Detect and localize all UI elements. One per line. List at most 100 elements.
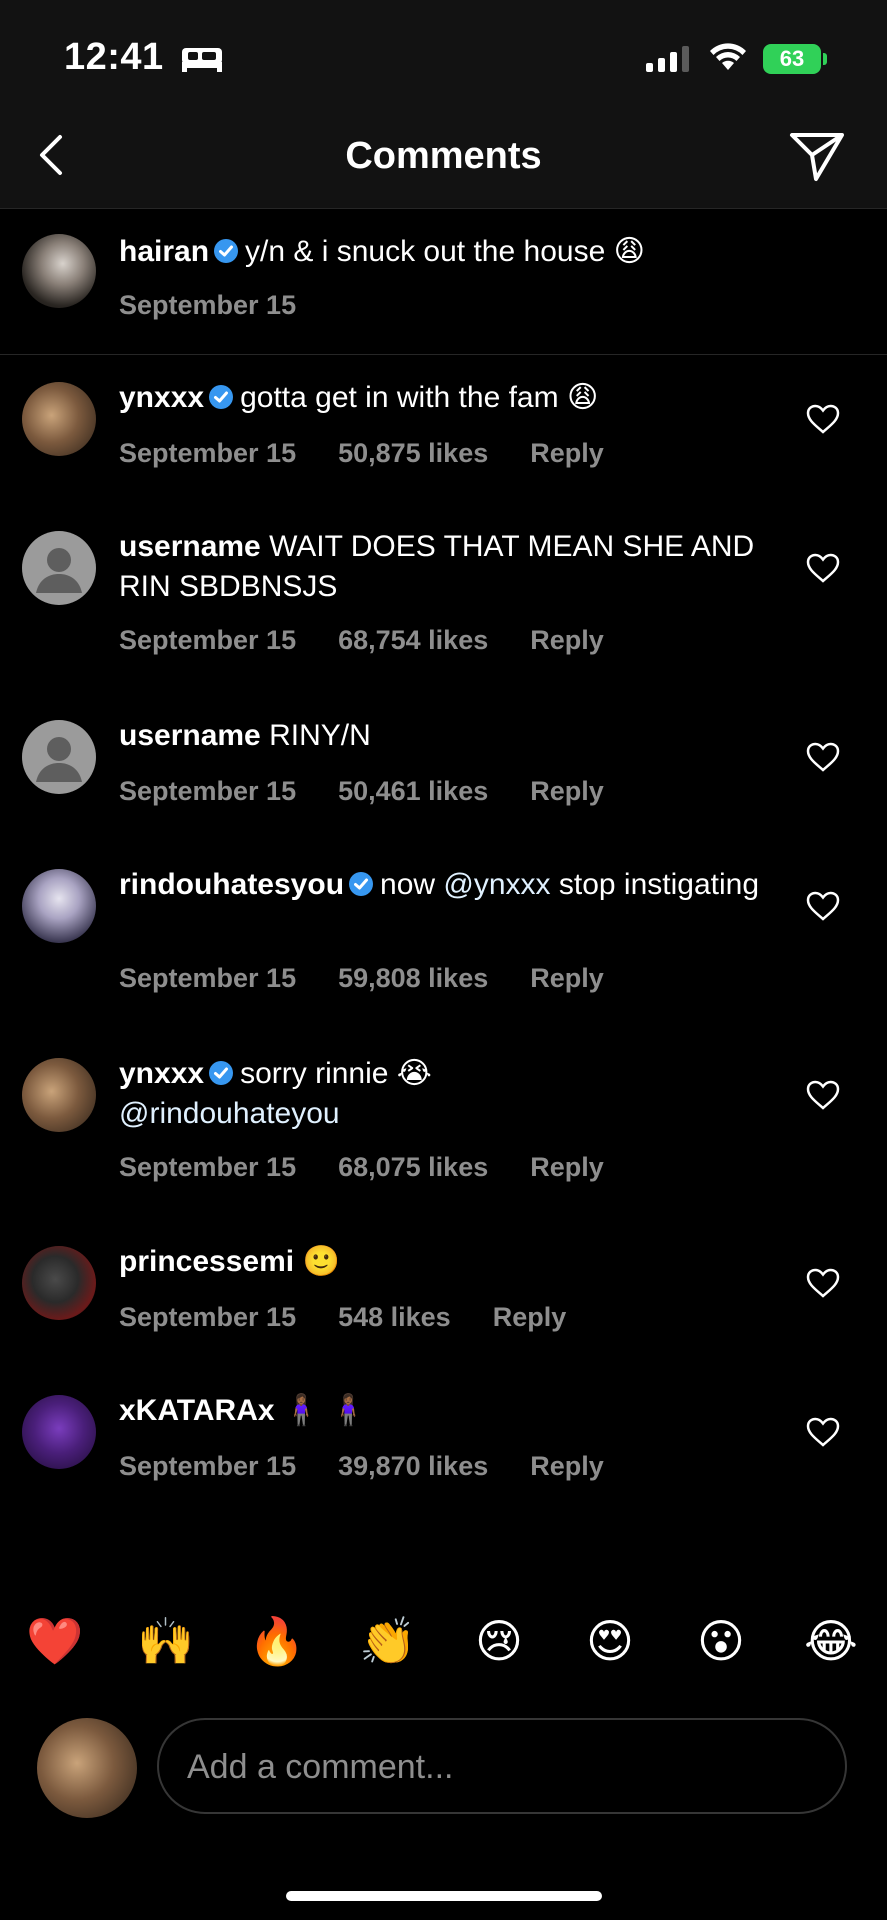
post-caption: hairan y/n & i snuck out the house 😩 Sept… (0, 210, 887, 355)
heart-icon[interactable] (806, 891, 840, 921)
reply-button[interactable]: Reply (530, 438, 604, 469)
comment-date: September 15 (119, 1302, 297, 1332)
comment-username[interactable]: xKATARAx (119, 1394, 275, 1427)
battery-level: 63 (779, 46, 805, 71)
caption-meta: September 15 (119, 290, 296, 321)
crying-reaction[interactable]: 😢 (468, 1610, 530, 1672)
battery-indicator: 63 (763, 44, 821, 74)
clapping-reaction[interactable]: 👏 (357, 1610, 419, 1672)
reply-button[interactable]: Reply (530, 776, 604, 807)
avatar[interactable] (22, 531, 96, 605)
verified-badge-icon (209, 1061, 234, 1085)
verified-badge-icon (349, 872, 374, 896)
heart-icon[interactable] (806, 742, 840, 772)
crying-face-emoji: 😭 (396, 1056, 432, 1091)
cellular-signal-icon (646, 46, 689, 72)
avatar[interactable] (22, 1246, 96, 1320)
reply-button[interactable]: Reply (530, 1451, 604, 1482)
comment-body-continued: stop instigating (558, 868, 760, 901)
surprised-reaction[interactable]: 😮 (690, 1610, 752, 1672)
home-indicator[interactable] (286, 1891, 602, 1901)
fire-reaction[interactable]: 🔥 (246, 1610, 308, 1672)
comment-likes[interactable]: 68,075 likes (338, 1152, 488, 1183)
comment-text: ynxxx gotta get in with the fam 😩 (119, 378, 769, 418)
comment-meta: September 15 39,870 likes Reply (119, 1451, 604, 1482)
laughing-reaction[interactable]: 😂 (800, 1610, 862, 1672)
heart-icon[interactable] (806, 553, 840, 583)
heart-icon[interactable] (806, 1080, 840, 1110)
comments-header: Comments (0, 105, 887, 209)
caption-text: hairan y/n & i snuck out the house 😩 (119, 232, 769, 272)
comment-username[interactable]: ynxxx (119, 381, 204, 414)
weary-face-emoji: 😩 (613, 234, 645, 269)
comment-text: ynxxx sorry rinnie 😭 @rindouhateyou (119, 1054, 769, 1134)
comment-date: September 15 (119, 1152, 297, 1182)
heart-icon[interactable] (806, 404, 840, 434)
comment-date: September 15 (119, 625, 297, 655)
comment-date: September 15 (119, 438, 297, 468)
comment-body: gotta get in with the fam (240, 381, 559, 414)
avatar[interactable] (22, 234, 96, 308)
raising-hands-reaction[interactable]: 🙌 (135, 1610, 197, 1672)
comment-likes[interactable]: 59,808 likes (338, 963, 488, 994)
caption-body: y/n & i snuck out the house (245, 235, 606, 268)
wifi-icon (710, 43, 746, 70)
status-bar: 12:41 63 (0, 0, 887, 105)
comment-username[interactable]: username (119, 719, 261, 752)
comment-username[interactable]: rindouhatesyou (119, 868, 344, 901)
comment-meta: September 15 50,875 likes Reply (119, 438, 604, 469)
comment-text: username WAIT DOES THAT MEAN SHE AND RIN… (119, 527, 769, 607)
mention-link[interactable]: @rindouhateyou (119, 1097, 340, 1130)
reply-button[interactable]: Reply (530, 1152, 604, 1183)
comment-meta: September 15 50,461 likes Reply (119, 776, 604, 807)
comment-body: RINY/N (269, 719, 371, 752)
avatar[interactable] (22, 869, 96, 943)
comment-date: September 15 (119, 963, 297, 993)
heart-icon[interactable] (806, 1417, 840, 1447)
caption-username[interactable]: hairan (119, 235, 209, 268)
default-avatar-icon (36, 737, 82, 782)
avatar[interactable] (22, 1058, 96, 1132)
comment-username[interactable]: username (119, 530, 261, 563)
reply-button[interactable]: Reply (530, 625, 604, 656)
avatar[interactable] (22, 382, 96, 456)
weary-face-emoji: 😩 (566, 380, 599, 415)
comment-date: September 15 (119, 776, 297, 806)
reply-button[interactable]: Reply (493, 1302, 567, 1333)
page-title: Comments (345, 135, 542, 177)
heart-icon[interactable] (806, 1268, 840, 1298)
comment-likes[interactable]: 50,875 likes (338, 438, 488, 469)
heart-reaction[interactable]: ❤️ (24, 1610, 86, 1672)
comment-likes[interactable]: 50,461 likes (338, 776, 488, 807)
comment-text: rindouhatesyou now @ynxxx stop instigatin… (119, 865, 769, 905)
standing-person-emoji: 🧍🏾‍♀️ 🧍🏾‍♀️ (282, 1393, 368, 1428)
comment-username[interactable]: ynxxx (119, 1057, 204, 1090)
comment-input[interactable] (185, 1742, 809, 1792)
comment-text: username RINY/N (119, 716, 769, 756)
status-time: 12:41 (64, 36, 164, 78)
send-icon[interactable] (788, 129, 846, 183)
comment-body: sorry rinnie (240, 1057, 389, 1090)
comment-username[interactable]: princessemi (119, 1245, 294, 1278)
comment-meta: September 15 59,808 likes Reply (119, 963, 604, 994)
slightly-smiling-face-emoji: 🙂 (302, 1244, 340, 1279)
comment-likes[interactable]: 39,870 likes (338, 1451, 488, 1482)
comment-likes[interactable]: 68,754 likes (338, 625, 488, 656)
avatar[interactable] (22, 720, 96, 794)
comment-likes[interactable]: 548 likes (338, 1302, 451, 1333)
verified-badge-icon (209, 385, 234, 409)
comment-body: now (380, 868, 436, 901)
verified-badge-icon (214, 239, 239, 263)
comment-composer[interactable] (157, 1718, 847, 1814)
battery-nub (823, 53, 827, 65)
comment-date: September 15 (119, 1451, 297, 1481)
heart-eyes-reaction[interactable]: 😍 (579, 1610, 641, 1672)
avatar[interactable] (22, 1395, 96, 1469)
avatar (37, 1718, 137, 1818)
comment-text: princessemi 🙂 (119, 1242, 769, 1282)
comment-meta: September 15 68,075 likes Reply (119, 1152, 604, 1183)
caption-date: September 15 (119, 290, 297, 320)
mention-link[interactable]: @ynxxx (443, 868, 550, 901)
reply-button[interactable]: Reply (530, 963, 604, 994)
comment-meta: September 15 548 likes Reply (119, 1302, 566, 1333)
